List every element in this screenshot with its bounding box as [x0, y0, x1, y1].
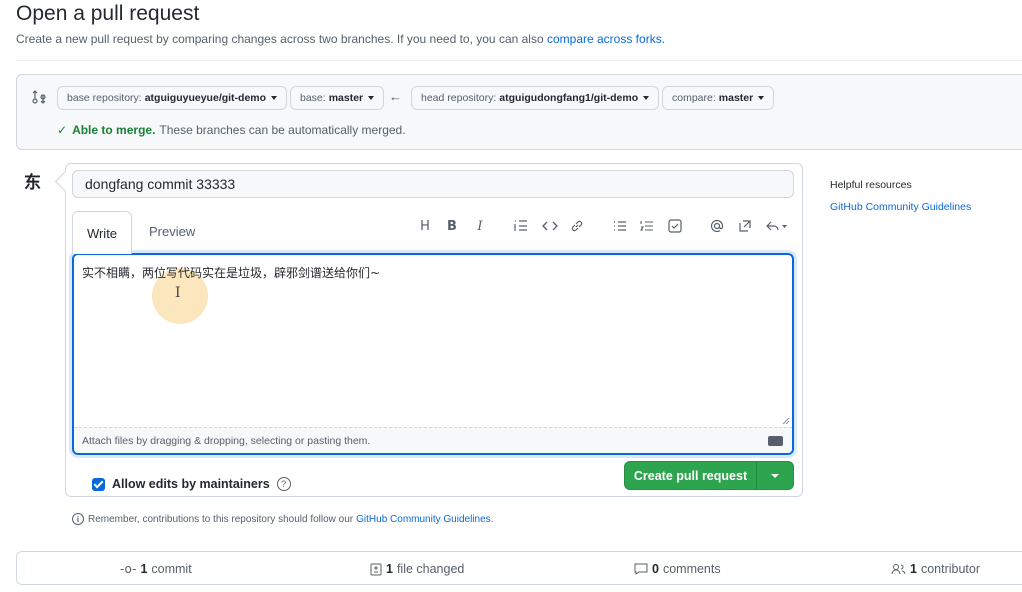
guidelines-notice: i Remember, contributions to this reposi…	[72, 513, 493, 525]
link-icon[interactable]	[569, 216, 585, 236]
mention-icon[interactable]	[709, 216, 725, 236]
merge-ok-text: Able to merge.	[72, 123, 156, 137]
compare-branch-select[interactable]: compare: master	[662, 86, 775, 110]
allow-edits-checkbox[interactable]	[92, 477, 105, 491]
base-branch-label: base:	[300, 92, 326, 104]
attach-files-hint: Attach files by dragging & dropping, sel…	[82, 434, 371, 447]
task-list-icon[interactable]	[667, 216, 683, 236]
commits-count: 1	[140, 562, 148, 576]
quote-icon[interactable]	[513, 216, 529, 236]
stat-contributors[interactable]: 1 contributor	[891, 552, 980, 586]
sidebar-guidelines-link[interactable]: GitHub Community Guidelines	[830, 201, 971, 213]
create-pull-request-label[interactable]: Create pull request	[625, 462, 757, 489]
chevron-down-icon	[271, 96, 278, 100]
chevron-down-icon	[758, 96, 765, 100]
tab-write[interactable]: Write	[72, 211, 132, 254]
help-icon[interactable]: ?	[276, 477, 291, 491]
contributors-count: 1	[910, 562, 917, 576]
page-subtitle: Create a new pull request by comparing c…	[16, 32, 665, 46]
people-icon	[891, 564, 906, 575]
comment-body-textarea[interactable]: 实不相瞒，两位写代码实在是垃圾，辟邪剑谱送给你们~ I Attach files…	[72, 253, 794, 455]
stat-commits[interactable]: -o- 1 commit	[120, 552, 192, 586]
info-icon: i	[72, 513, 84, 525]
compare-across-forks-link[interactable]: compare across forks.	[547, 32, 665, 46]
avatar[interactable]: 东	[24, 168, 41, 193]
compare-branch-value: master	[718, 92, 754, 104]
chevron-down-icon	[643, 96, 650, 100]
resize-handle-icon[interactable]	[782, 417, 790, 425]
cross-reference-icon[interactable]	[737, 216, 753, 236]
comment-body-text: 实不相瞒，两位写代码实在是垃圾，辟邪剑谱送给你们~	[82, 266, 381, 280]
merge-status-text: These branches can be automatically merg…	[159, 123, 406, 137]
head-repository-label: head repository:	[421, 92, 497, 104]
base-repository-select[interactable]: base repository: atguiguyueyue/git-demo	[57, 86, 288, 110]
allow-edits-option[interactable]: Allow edits by maintainers ?	[92, 477, 291, 491]
subtitle-text: Create a new pull request by comparing c…	[16, 32, 547, 46]
arrow-left-icon: ←	[389, 89, 402, 104]
compare-branch-label: compare:	[672, 92, 716, 104]
head-repository-value: atguigudongfang1/git-demo	[499, 92, 639, 104]
files-count: 1	[386, 562, 393, 576]
create-options-dropdown[interactable]	[757, 462, 793, 489]
files-label: file changed	[396, 562, 465, 576]
create-pull-request-button[interactable]: Create pull request	[624, 461, 794, 490]
allow-edits-label: Allow edits by maintainers	[112, 477, 270, 491]
file-diff-icon	[370, 563, 382, 575]
divider	[16, 60, 1022, 61]
ordered-list-icon[interactable]	[639, 216, 655, 236]
comment-icon	[634, 563, 648, 575]
commits-label: commit	[151, 562, 192, 576]
guidelines-notice-text: Remember, contributions to this reposito…	[88, 513, 354, 525]
code-icon[interactable]	[541, 216, 559, 236]
base-repository-value: atguiguyueyue/git-demo	[144, 92, 267, 104]
text-cursor-icon: I	[175, 285, 181, 301]
helpful-resources-heading: Helpful resources	[830, 179, 912, 191]
compare-icon	[32, 90, 46, 104]
stat-comments[interactable]: 0 comments	[634, 552, 721, 586]
stat-files[interactable]: 1 file changed	[370, 552, 464, 586]
page-title: Open a pull request	[16, 2, 200, 25]
base-branch-select[interactable]: base: master	[290, 86, 385, 110]
summary-stats-bar: -o- 1 commit 1 file changed 0 comments 1…	[16, 551, 1022, 585]
heading-icon[interactable]: H	[418, 216, 432, 236]
markdown-icon	[768, 436, 783, 446]
commit-icon: -o-	[120, 562, 137, 576]
base-branch-value: master	[328, 92, 364, 104]
compare-panel: base repository: atguiguyueyue/git-demo …	[16, 74, 1022, 150]
contributors-label: contributor	[920, 562, 981, 576]
chevron-down-icon	[771, 473, 779, 478]
comments-count: 0	[652, 562, 659, 576]
comments-label: comments	[662, 562, 721, 576]
chevron-down-icon	[368, 96, 375, 100]
head-repository-select[interactable]: head repository: atguigudongfang1/git-de…	[411, 86, 660, 110]
merge-status: ✓ Able to merge. These branches can be a…	[57, 123, 406, 137]
bold-icon[interactable]: B	[445, 216, 459, 236]
reply-icon[interactable]	[765, 216, 789, 236]
attach-files-bar[interactable]: Attach files by dragging & dropping, sel…	[74, 427, 792, 453]
title-input[interactable]: dongfang commit 33333	[72, 170, 794, 198]
unordered-list-icon[interactable]	[612, 216, 628, 236]
tab-preview[interactable]: Preview	[149, 211, 195, 252]
base-repository-label: base repository:	[67, 92, 142, 104]
check-icon: ✓	[57, 123, 68, 137]
italic-icon[interactable]: I	[473, 216, 487, 236]
community-guidelines-link[interactable]: GitHub Community Guidelines.	[356, 514, 493, 525]
